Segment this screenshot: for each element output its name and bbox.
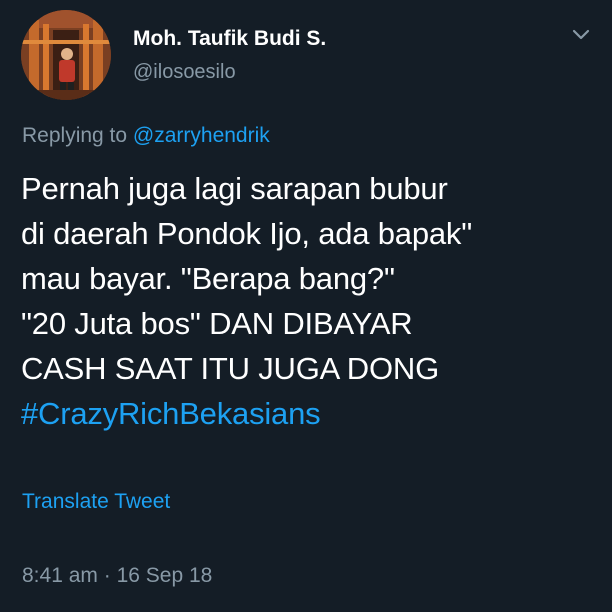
- reply-mention-link[interactable]: @zarryhendrik: [133, 124, 270, 147]
- tweet-time: 8:41 am: [22, 564, 98, 587]
- user-handle[interactable]: @ilosoesilo: [133, 61, 236, 84]
- tweet-text-line: Pernah juga lagi sarapan bubur: [21, 171, 448, 206]
- tweet-text-line: "20 Juta bos" DAN DIBAYAR: [21, 306, 413, 341]
- meta-separator: ·: [103, 564, 111, 587]
- tweet-text: Pernah juga lagi sarapan bubur di daerah…: [21, 166, 601, 436]
- tweet-card: Moh. Taufik Budi S. @ilosoesilo Replying…: [0, 0, 612, 612]
- reply-prefix: Replying to: [22, 124, 128, 147]
- translate-tweet-link[interactable]: Translate Tweet: [22, 490, 170, 514]
- avatar[interactable]: [21, 10, 111, 100]
- display-name[interactable]: Moh. Taufik Budi S.: [133, 27, 326, 51]
- chevron-down-icon[interactable]: [570, 26, 592, 42]
- tweet-text-line: mau bayar. "Berapa bang?": [21, 261, 395, 296]
- tweet-date: 16 Sep 18: [116, 564, 213, 587]
- avatar-photo: [21, 10, 111, 100]
- tweet-text-line: di daerah Pondok Ijo, ada bapak": [21, 216, 473, 251]
- tweet-timestamp[interactable]: 8:41 am · 16 Sep 18: [22, 564, 212, 588]
- tweet-text-line: CASH SAAT ITU JUGA DONG: [21, 351, 439, 386]
- reply-context: Replying to @zarryhendrik: [22, 124, 270, 148]
- hashtag-link[interactable]: #CrazyRichBekasians: [21, 391, 601, 436]
